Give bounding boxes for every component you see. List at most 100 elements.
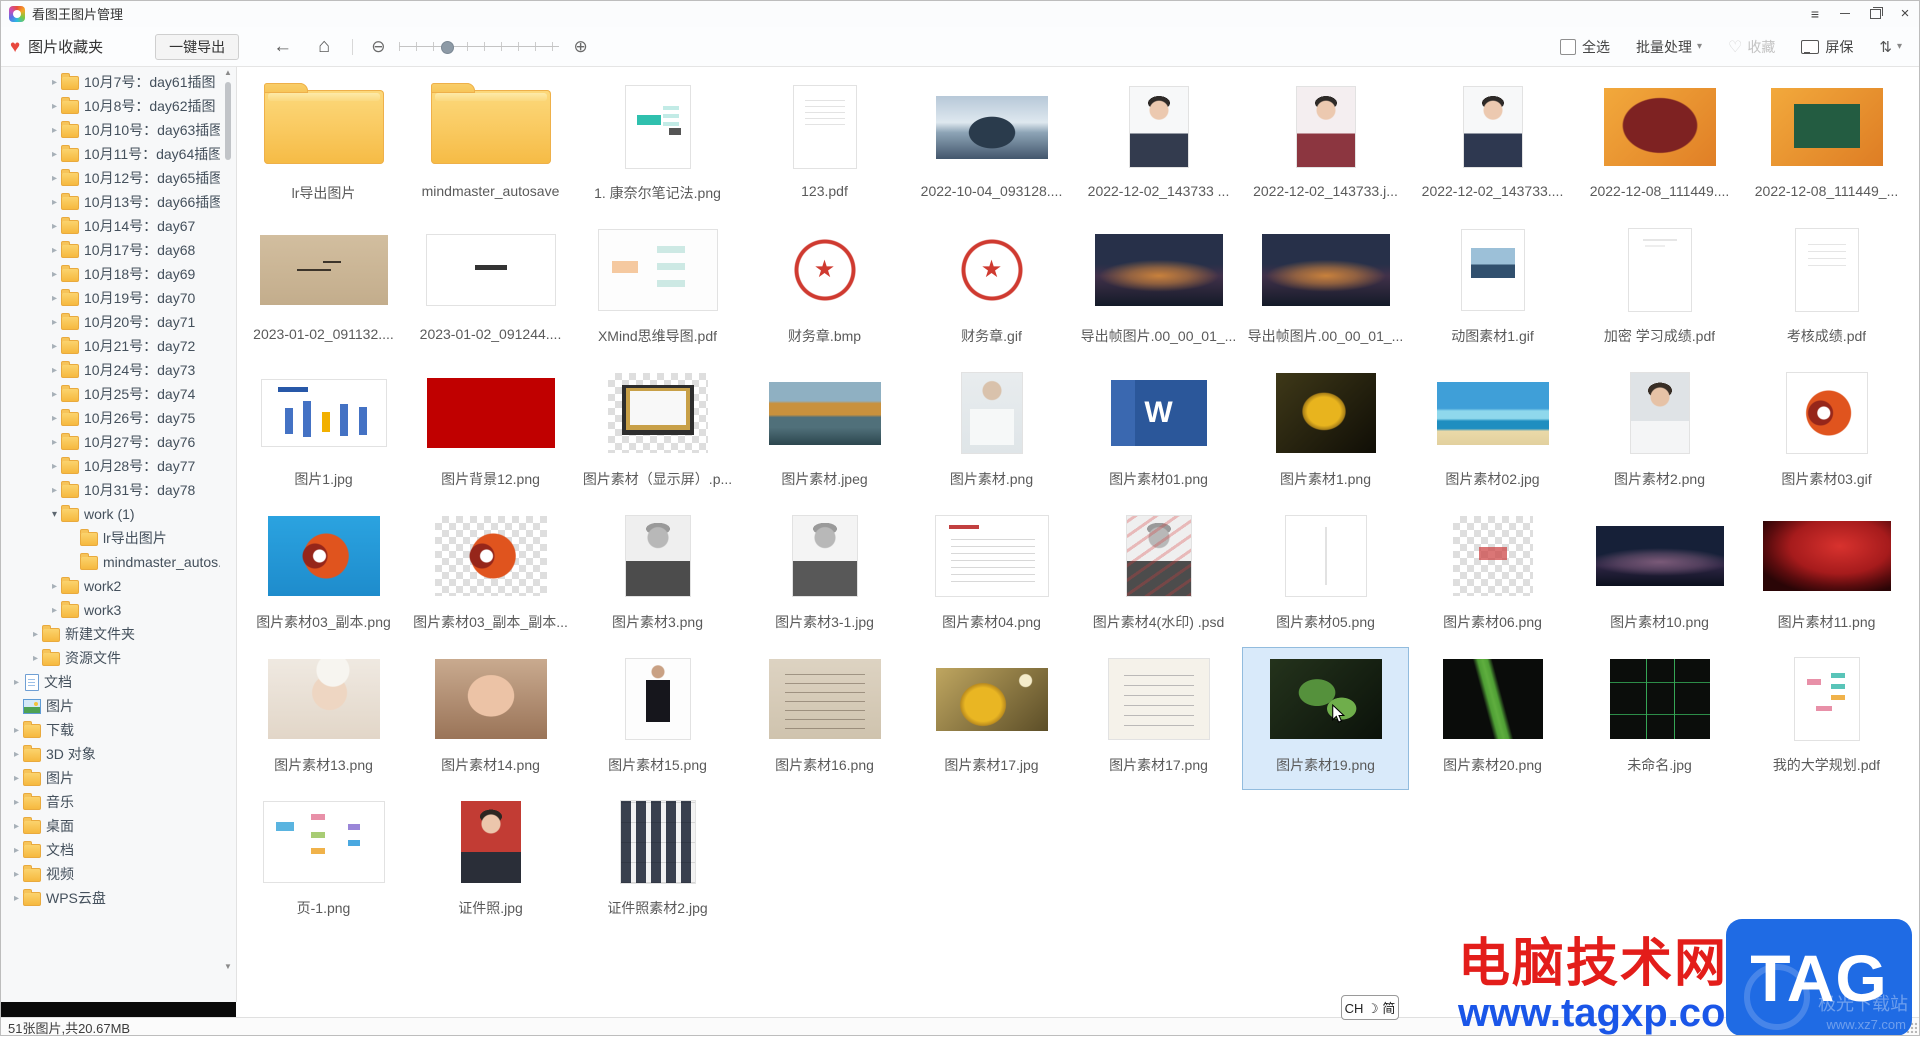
grid-item[interactable]: 图片素材.jpeg <box>741 361 908 504</box>
grid-item[interactable]: 图片素材05.png <box>1242 504 1409 647</box>
grid-item[interactable]: 图片素材19.png <box>1242 647 1409 790</box>
tree-item[interactable]: ▸ 桌面 <box>0 814 220 838</box>
grid-item[interactable]: 图片素材20.png <box>1409 647 1576 790</box>
zoom-out-icon[interactable]: ⊖ <box>371 37 385 57</box>
tree-item[interactable]: ▸ 10月8号：day62插图 <box>0 94 220 118</box>
expand-arrow-icon[interactable]: ▸ <box>48 389 61 400</box>
zoom-slider-handle[interactable] <box>441 40 455 54</box>
collapse-arrow-icon[interactable]: ▾ <box>48 509 61 520</box>
grid-item[interactable]: 图片素材03_副本_副本... <box>407 504 574 647</box>
scrollbar-thumb[interactable] <box>225 82 231 160</box>
grid-item[interactable]: 图片素材4(水印) .psd <box>1075 504 1242 647</box>
grid-item[interactable]: 图片素材（显示屏）.p... <box>574 361 741 504</box>
zoom-slider[interactable] <box>399 40 560 54</box>
grid-item[interactable]: 2023-01-02_091244.... <box>407 218 574 361</box>
expand-arrow-icon[interactable]: ▸ <box>48 221 61 232</box>
tree-item[interactable]: ▸ 文档 <box>0 838 220 862</box>
expand-arrow-icon[interactable]: ▸ <box>48 293 61 304</box>
grid-item[interactable]: 图片素材14.png <box>407 647 574 790</box>
tree-item[interactable]: ▸ work3 <box>0 598 220 622</box>
grid-item[interactable]: 123.pdf <box>741 75 908 218</box>
tree-item[interactable]: ▸ 10月10号：day63插图 <box>0 118 220 142</box>
expand-arrow-icon[interactable]: ▸ <box>10 821 23 832</box>
one-click-export-button[interactable]: 一键导出 <box>155 33 240 60</box>
close-button[interactable]: × <box>1890 0 1920 27</box>
expand-arrow-icon[interactable]: ▸ <box>10 893 23 904</box>
grid-item[interactable]: 考核成绩.pdf <box>1743 218 1910 361</box>
tree-item[interactable]: ▸ 10月19号：day70 <box>0 286 220 310</box>
grid-item[interactable]: 2022-12-02_143733 ... <box>1075 75 1242 218</box>
expand-arrow-icon[interactable]: ▸ <box>48 461 61 472</box>
tree-item[interactable]: ▸ 视频 <box>0 862 220 886</box>
grid-item[interactable]: 图片素材3.png <box>574 504 741 647</box>
grid-item[interactable]: 2022-10-04_093128.... <box>908 75 1075 218</box>
sort-button[interactable]: ⇅ ▾ <box>1879 38 1902 56</box>
tree-item[interactable]: ▾ work (1) <box>0 502 220 526</box>
tree-item[interactable]: 图片 <box>0 694 220 718</box>
expand-arrow-icon[interactable]: ▸ <box>10 773 23 784</box>
expand-arrow-icon[interactable]: ▸ <box>10 677 23 688</box>
grid-item[interactable]: 导出帧图片.00_00_01_... <box>1075 218 1242 361</box>
grid-item[interactable]: 图片素材03.gif <box>1743 361 1910 504</box>
tree-item[interactable]: ▸ 10月27号：day76 <box>0 430 220 454</box>
tree-item[interactable]: ▸ 资源文件 <box>0 646 220 670</box>
tree-item[interactable]: ▸ WPS云盘 <box>0 886 220 910</box>
favorite-button[interactable]: ♡ 收藏 <box>1728 37 1775 57</box>
grid-item[interactable]: 加密 学习成绩.pdf <box>1576 218 1743 361</box>
grid-item[interactable]: 未命名.jpg <box>1576 647 1743 790</box>
tree-item[interactable]: ▸ 10月18号：day69 <box>0 262 220 286</box>
tree-item[interactable]: ▸ 10月11号：day64插图 <box>0 142 220 166</box>
sidebar-scrollbar[interactable]: ▲ ▼ <box>223 68 233 972</box>
grid-item[interactable]: 图片素材06.png <box>1409 504 1576 647</box>
tree-item[interactable]: ▸ 图片 <box>0 766 220 790</box>
tree-item[interactable]: ▸ 10月14号：day67 <box>0 214 220 238</box>
maximize-button[interactable] <box>1860 0 1890 27</box>
grid-item[interactable]: 图片素材15.png <box>574 647 741 790</box>
expand-arrow-icon[interactable]: ▸ <box>48 77 61 88</box>
expand-arrow-icon[interactable]: ▸ <box>48 245 61 256</box>
grid-item[interactable]: 我的大学规划.pdf <box>1743 647 1910 790</box>
grid-item[interactable]: 图片素材04.png <box>908 504 1075 647</box>
expand-arrow-icon[interactable]: ▸ <box>48 125 61 136</box>
tree-item[interactable]: ▸ 10月12号：day65插图 <box>0 166 220 190</box>
ime-language-badge[interactable]: CH ☽ 简 <box>1341 995 1399 1020</box>
grid-item[interactable]: 页-1.png <box>240 790 407 933</box>
select-all-checkbox[interactable] <box>1560 38 1577 55</box>
expand-arrow-icon[interactable]: ▸ <box>29 653 42 664</box>
select-all-control[interactable]: 全选 <box>1560 37 1610 57</box>
grid-item[interactable]: 图片素材13.png <box>240 647 407 790</box>
tree-item[interactable]: ▸ 10月20号：day71 <box>0 310 220 334</box>
expand-arrow-icon[interactable]: ▸ <box>48 485 61 496</box>
expand-arrow-icon[interactable]: ▸ <box>10 797 23 808</box>
grid-item[interactable]: 图片素材11.png <box>1743 504 1910 647</box>
grid-item[interactable]: W 图片素材01.png <box>1075 361 1242 504</box>
tree-item[interactable]: ▸ 10月26号：day75 <box>0 406 220 430</box>
grid-item[interactable]: 图片背景12.png <box>407 361 574 504</box>
expand-arrow-icon[interactable]: ▸ <box>48 605 61 616</box>
grid-item[interactable]: 导出帧图片.00_00_01_... <box>1242 218 1409 361</box>
tree-item[interactable]: ▸ 10月24号：day73 <box>0 358 220 382</box>
tree-item[interactable]: ▸ 10月28号：day77 <box>0 454 220 478</box>
grid-item[interactable]: 2022-12-02_143733.... <box>1409 75 1576 218</box>
grid-item[interactable]: 图片素材.png <box>908 361 1075 504</box>
tree-item[interactable]: ▸ 10月25号：day74 <box>0 382 220 406</box>
tree-item[interactable]: mindmaster_autos... <box>0 550 220 574</box>
expand-arrow-icon[interactable]: ▸ <box>48 581 61 592</box>
grid-item[interactable]: 2022-12-08_111449_... <box>1743 75 1910 218</box>
tree-item[interactable]: ▸ 10月7号：day61插图 <box>0 70 220 94</box>
tree-item[interactable]: ▸ 新建文件夹 <box>0 622 220 646</box>
tree-item[interactable]: ▸ 文档 <box>0 670 220 694</box>
expand-arrow-icon[interactable]: ▸ <box>10 749 23 760</box>
zoom-in-icon[interactable]: ⊕ <box>573 37 587 57</box>
grid-item[interactable]: ★ 财务章.bmp <box>741 218 908 361</box>
grid-item[interactable]: 图片素材17.jpg <box>908 647 1075 790</box>
grid-item[interactable]: 图片素材10.png <box>1576 504 1743 647</box>
grid-item[interactable]: 1. 康奈尔笔记法.png <box>574 75 741 218</box>
grid-item[interactable]: 图片素材02.jpg <box>1409 361 1576 504</box>
grid-item[interactable]: 图片素材1.png <box>1242 361 1409 504</box>
grid-item[interactable]: 图片1.jpg <box>240 361 407 504</box>
expand-arrow-icon[interactable]: ▸ <box>48 365 61 376</box>
grid-item[interactable]: mindmaster_autosave <box>407 75 574 218</box>
tree-item[interactable]: ▸ 音乐 <box>0 790 220 814</box>
menu-icon[interactable]: ≡ <box>1800 0 1830 27</box>
